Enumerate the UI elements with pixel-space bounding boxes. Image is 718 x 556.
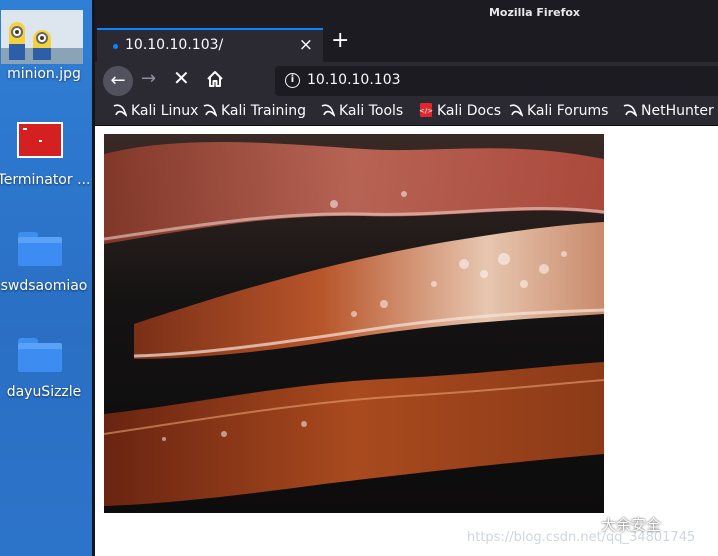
bookmarks-toolbar: Kali Linux Kali Training Kali Tools </> K… <box>95 98 718 126</box>
url-bar[interactable]: i 10.10.10.103 <box>275 66 718 96</box>
window-title: Mozilla Firefox <box>488 6 581 19</box>
desktop-icon-swdsaomiao[interactable]: swdsaomiao <box>0 228 92 300</box>
kali-dragon-icon <box>203 104 217 117</box>
kali-dragon-icon <box>113 104 127 117</box>
info-icon[interactable]: i <box>285 73 300 88</box>
forward-button[interactable]: → <box>141 68 156 89</box>
desktop-icon-label: minion.jpg <box>7 66 81 82</box>
folder-icon <box>18 338 62 372</box>
bookmark-kali-linux[interactable]: Kali Linux <box>113 103 198 119</box>
kali-dragon-icon <box>321 104 335 117</box>
desktop-icon-label: Terminator ... <box>0 172 91 188</box>
bookmark-kali-training[interactable]: Kali Training <box>203 103 306 119</box>
desktop-icon-label: dayuSizzle <box>6 384 82 400</box>
home-icon[interactable] <box>205 69 225 89</box>
url-text[interactable]: 10.10.10.103 <box>307 72 401 88</box>
new-tab-button[interactable]: + <box>331 28 349 53</box>
desktop-icon-minion[interactable]: minion.jpg <box>0 6 92 86</box>
wechat-watermark: 大余安全 <box>601 516 662 534</box>
tab-active[interactable]: 10.10.10.103/ × <box>97 28 323 62</box>
firefox-window: Mozilla Firefox 10.10.10.103/ × + ← → ✕ … <box>92 0 718 556</box>
back-button[interactable]: ← <box>103 66 133 96</box>
desktop: minion.jpg Terminator ... swdsaomiao day… <box>0 0 92 556</box>
page-content: https://blog.csdn.net/qq_34801745 大余安全 <box>95 126 718 556</box>
desktop-icon-label: swdsaomiao <box>0 278 88 294</box>
bookmark-kali-docs[interactable]: </> Kali Docs <box>419 103 501 119</box>
svg-text:</>: </> <box>419 107 433 115</box>
minion-image-icon <box>1 10 83 64</box>
terminator-icon <box>17 122 63 158</box>
bookmark-nethunter[interactable]: NetHunter <box>623 103 714 119</box>
stop-button[interactable]: ✕ <box>173 66 190 90</box>
navigation-toolbar: ← → ✕ i 10.10.10.103 <box>95 62 718 98</box>
bacon-sizzle-image <box>104 134 604 513</box>
close-tab-button[interactable]: × <box>299 35 313 55</box>
title-bar: Mozilla Firefox <box>95 0 718 26</box>
kali-docs-icon: </> <box>419 103 433 117</box>
kali-dragon-icon <box>623 104 637 117</box>
desktop-icon-terminator[interactable]: Terminator ... <box>0 120 92 192</box>
bookmark-kali-forums[interactable]: Kali Forums <box>509 103 608 119</box>
loading-indicator-icon <box>113 44 118 49</box>
bookmark-kali-tools[interactable]: Kali Tools <box>321 103 403 119</box>
desktop-icon-dayusizzle[interactable]: dayuSizzle <box>0 334 92 406</box>
kali-dragon-icon <box>509 104 523 117</box>
tab-title: 10.10.10.103/ <box>125 37 224 53</box>
folder-icon <box>18 232 62 266</box>
tab-bar: 10.10.10.103/ × + <box>95 26 718 62</box>
